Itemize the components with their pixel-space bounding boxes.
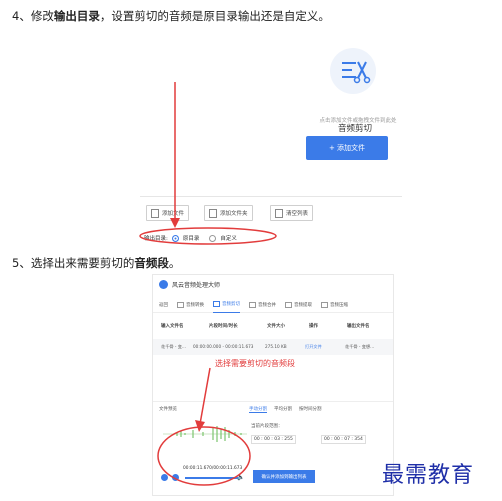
step-5-instruction: 5、选择出来需要剪切的音频段。 xyxy=(12,256,181,270)
divider xyxy=(140,196,402,197)
app-titlebar: 风云音频处理大师 xyxy=(153,275,393,293)
tab-compress[interactable]: 音频压缩 xyxy=(321,297,348,313)
add-folder-button[interactable]: 添加文件夹 xyxy=(204,205,253,221)
file-table-header: 输入文件名 片段时间/时长 文件大小 操作 输出文件名 xyxy=(161,324,370,329)
range-label: 当前片段范围： xyxy=(251,424,283,429)
divider xyxy=(153,401,393,402)
playback-timecode: 00:00:11.670/00:00:11.673 xyxy=(183,466,243,471)
extract-icon xyxy=(285,301,292,308)
table-row[interactable]: 花千骨 - 变... 00:00:00.000 - 00:00:11.673 2… xyxy=(153,339,393,355)
file-icon xyxy=(151,208,159,218)
open-file-link[interactable]: 打开文件 xyxy=(305,344,322,350)
split-mode-tabs: 手动分割 平均分割 按时间分割 xyxy=(249,406,322,413)
watermark: 最需教育 xyxy=(382,463,475,488)
scissors-icon xyxy=(213,301,220,307)
add-file-button[interactable]: + 添加文件 xyxy=(306,136,388,160)
playback-slider[interactable] xyxy=(185,477,241,479)
audio-cut-screenshot: 音频剪切 点击添加文件或拖拽文件到此处 + 添加文件 添加文件 添加文件夹 清空… xyxy=(140,30,402,248)
stop-icon[interactable] xyxy=(172,474,179,481)
step-4-instruction: 4、修改输出目录，设置剪切的音频是原目录输出还是自定义。 xyxy=(12,9,330,23)
waveform[interactable] xyxy=(163,425,247,443)
radio-custom-dir[interactable] xyxy=(209,234,217,242)
preview-label: 文件预览 xyxy=(159,407,177,412)
confirm-add-button[interactable]: 确认并添加到输出列表 xyxy=(253,470,315,483)
folder-icon xyxy=(209,208,217,218)
tab-merge[interactable]: 音频合并 xyxy=(249,297,276,313)
compress-icon xyxy=(321,301,328,308)
tab-convert[interactable]: 音频转换 xyxy=(177,297,204,313)
convert-icon xyxy=(177,301,184,308)
app-logo-icon xyxy=(159,279,168,289)
audio-editor-screenshot: 风云音频处理大师 返回 音频转换 音频剪切 音频合并 音频提取 音频压缩 输入文… xyxy=(152,274,394,496)
tab-manual-split[interactable]: 手动分割 xyxy=(249,406,267,413)
merge-icon xyxy=(249,301,256,308)
annotation-select-segment: 选择需要剪切的音频段 xyxy=(215,359,295,368)
tab-back[interactable]: 返回 xyxy=(159,297,168,313)
tab-cut[interactable]: 音频剪切 xyxy=(213,297,240,313)
output-directory-setting: 输出目录: 原目录 自定义 xyxy=(144,234,237,242)
volume-icon[interactable]: 🔈 xyxy=(237,474,244,481)
radio-original-dir[interactable] xyxy=(171,234,179,242)
play-icon[interactable] xyxy=(161,474,168,481)
tab-time-split[interactable]: 按时间分割 xyxy=(299,406,322,413)
tab-extract[interactable]: 音频提取 xyxy=(285,297,312,313)
tab-average-split[interactable]: 平均分割 xyxy=(274,406,292,413)
add-file-toolbar-button[interactable]: 添加文件 xyxy=(146,205,190,221)
drop-hint: 点击添加文件或拖拽文件到此处 xyxy=(319,118,397,124)
tool-tabs: 返回 音频转换 音频剪切 音频合并 音频提取 音频压缩 xyxy=(153,297,393,313)
trash-icon xyxy=(275,208,283,218)
start-time-input[interactable]: 00 : 00 : 03 : 255 xyxy=(251,435,296,444)
clear-list-button[interactable]: 清空列表 xyxy=(270,205,314,221)
end-time-input[interactable]: 00 : 00 : 07 : 354 xyxy=(321,435,366,444)
scissors-icon xyxy=(330,48,376,94)
